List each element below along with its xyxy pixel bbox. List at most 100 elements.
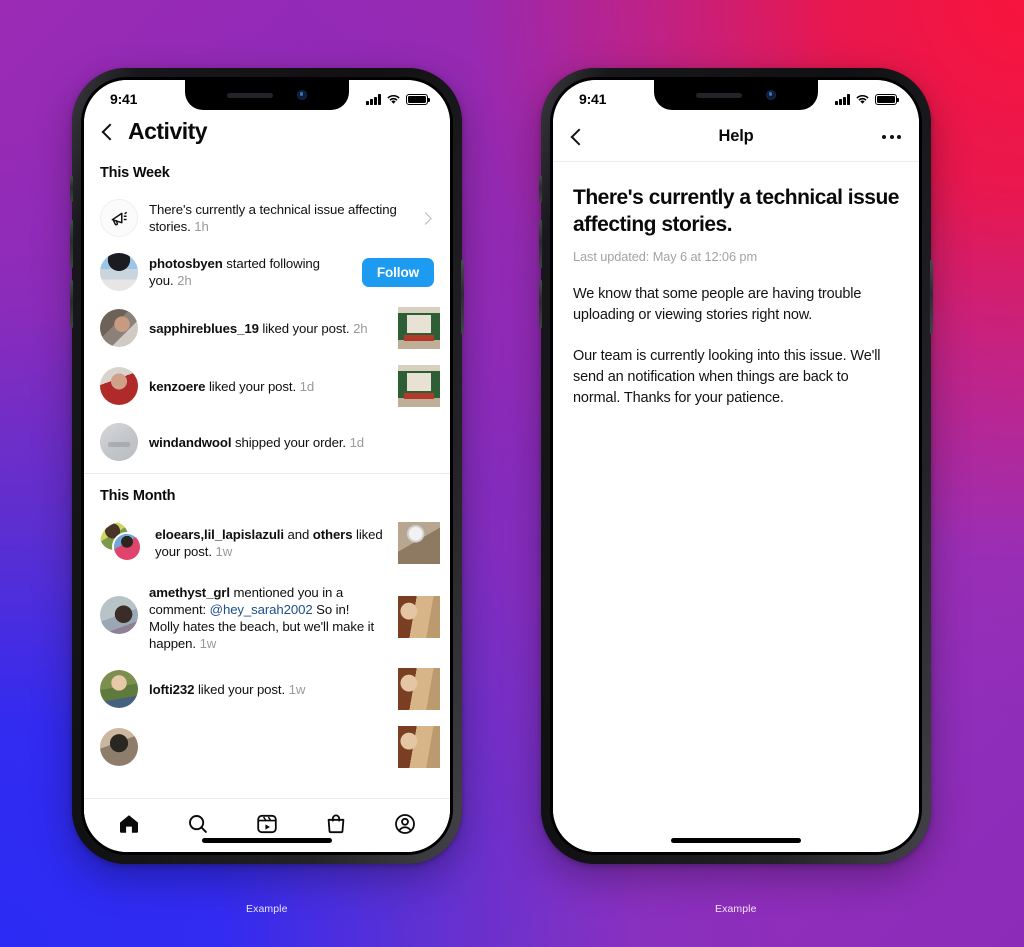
avatar[interactable] <box>100 596 138 634</box>
cellular-signal-icon <box>366 94 381 105</box>
group-like-text: eloears,lil_lapislazuli and others liked… <box>155 526 387 560</box>
list-item-like[interactable]: kenzoere liked your post. 1d <box>84 357 450 415</box>
cellular-signal-icon <box>835 94 850 105</box>
front-camera-icon <box>766 90 776 100</box>
phone-right: 9:41 Help There's currently a technical … <box>539 68 933 864</box>
mention-text: amethyst_grl mentioned you in a comment:… <box>149 584 387 652</box>
list-item-like[interactable]: sapphireblues_19 liked your post. 2h <box>84 299 450 357</box>
avatar-stack[interactable] <box>100 522 144 564</box>
announcement-text: There's currently a technical issue affe… <box>149 201 410 235</box>
username[interactable]: lofti232 <box>149 682 194 697</box>
tab-profile[interactable] <box>382 804 428 844</box>
page-title: Help <box>718 127 754 145</box>
mention-handle[interactable]: @hey_sarah2002 <box>210 602 313 617</box>
article-paragraph: Our team is currently looking into this … <box>573 348 881 406</box>
mute-switch[interactable] <box>70 176 73 202</box>
list-item-like[interactable]: lofti232 liked your post. 1w <box>84 660 450 718</box>
username[interactable]: kenzoere <box>149 379 205 394</box>
list-item-announcement[interactable]: There's currently a technical issue affe… <box>84 191 450 245</box>
announcement-message: There's currently a technical issue affe… <box>149 202 397 234</box>
volume-up-button[interactable] <box>539 220 542 268</box>
page-title: Activity <box>128 118 208 144</box>
volume-down-button[interactable] <box>70 280 73 328</box>
canvas: 9:41 Activity This Week There's currentl… <box>0 0 1024 947</box>
post-thumbnail[interactable] <box>398 726 440 768</box>
order-text: windandwool shipped your order. 1d <box>149 434 440 451</box>
notch <box>654 80 818 110</box>
activity-feed[interactable]: This Week There's currently a technical … <box>84 151 450 798</box>
post-thumbnail[interactable] <box>398 365 440 407</box>
home-indicator[interactable] <box>671 838 801 843</box>
avatar[interactable] <box>100 309 138 347</box>
announcement-time: 1h <box>194 219 209 234</box>
follow-text: photosbyen started following you. 2h <box>149 255 351 289</box>
timestamp: 2h <box>177 273 192 288</box>
conjunction: and <box>283 527 313 542</box>
mute-switch[interactable] <box>539 176 542 202</box>
search-icon <box>188 814 207 833</box>
megaphone-icon <box>100 199 138 237</box>
chevron-right-icon[interactable] <box>419 211 432 225</box>
post-thumbnail[interactable] <box>398 596 440 638</box>
help-nav-bar: Help <box>553 112 919 162</box>
timestamp: 1w <box>215 544 233 559</box>
follow-button[interactable]: Follow <box>361 257 434 287</box>
status-indicators <box>835 89 900 105</box>
avatar[interactable] <box>100 728 138 766</box>
post-thumbnail[interactable] <box>398 307 440 349</box>
avatar[interactable] <box>100 253 138 291</box>
battery-icon <box>875 94 900 105</box>
avatar[interactable] <box>100 423 138 461</box>
username[interactable]: amethyst_grl <box>149 585 230 600</box>
profile-icon <box>395 813 416 834</box>
activity-text: liked your post. <box>194 681 286 697</box>
back-chevron-icon[interactable] <box>101 123 119 140</box>
username[interactable]: eloears,lil_lapislazuli <box>155 527 284 542</box>
post-thumbnail[interactable] <box>398 668 440 710</box>
list-item-group-like[interactable]: eloears,lil_lapislazuli and others liked… <box>84 514 450 572</box>
timestamp: 1w <box>288 681 306 697</box>
status-time: 9:41 <box>110 91 138 107</box>
power-button[interactable] <box>930 260 933 334</box>
username[interactable]: windandwool <box>149 435 232 450</box>
status-time: 9:41 <box>579 91 607 107</box>
screen-right: 9:41 Help There's currently a technical … <box>553 80 919 852</box>
list-item[interactable] <box>84 718 450 776</box>
others-label[interactable]: others <box>313 527 353 542</box>
article-title: There's currently a technical issue affe… <box>573 186 899 236</box>
caption-right: Example <box>715 903 757 915</box>
list-item-follow[interactable]: photosbyen started following you. 2h Fol… <box>84 245 450 299</box>
like-text: sapphireblues_19 liked your post. 2h <box>149 320 387 337</box>
more-options-icon[interactable] <box>882 134 901 139</box>
home-icon <box>119 814 138 833</box>
avatar[interactable] <box>100 367 138 405</box>
activity-text: liked your post. <box>258 320 350 336</box>
activity-text: shipped your order. <box>231 434 346 450</box>
post-thumbnail[interactable] <box>398 522 440 564</box>
home-indicator[interactable] <box>202 838 332 843</box>
wifi-icon <box>856 94 869 104</box>
activity-text: liked your post. <box>205 378 297 394</box>
volume-down-button[interactable] <box>539 280 542 328</box>
notch <box>185 80 349 110</box>
back-chevron-icon[interactable] <box>570 128 588 145</box>
article-paragraph: We know that some people are having trou… <box>573 286 862 323</box>
avatar[interactable] <box>100 670 138 708</box>
tab-home[interactable] <box>106 804 152 844</box>
volume-up-button[interactable] <box>70 220 73 268</box>
section-heading-this-month: This Month <box>100 488 176 504</box>
caption-left: Example <box>246 903 288 915</box>
username[interactable]: sapphireblues_19 <box>149 321 259 336</box>
like-text: kenzoere liked your post. 1d <box>149 378 387 395</box>
bottom-tab-bar <box>84 798 450 852</box>
help-article: There's currently a technical issue affe… <box>553 162 919 409</box>
timestamp: 2h <box>353 320 368 336</box>
like-text: lofti232 liked your post. 1w <box>149 681 387 698</box>
list-item-order[interactable]: windandwool shipped your order. 1d <box>84 415 450 469</box>
timestamp: 1w <box>199 636 217 651</box>
help-app: Help There's currently a technical issue… <box>553 80 919 852</box>
list-item-mention[interactable]: amethyst_grl mentioned you in a comment:… <box>84 572 450 660</box>
section-heading-this-week: This Week <box>100 165 170 181</box>
power-button[interactable] <box>461 260 464 334</box>
username[interactable]: photosbyen <box>149 256 223 271</box>
